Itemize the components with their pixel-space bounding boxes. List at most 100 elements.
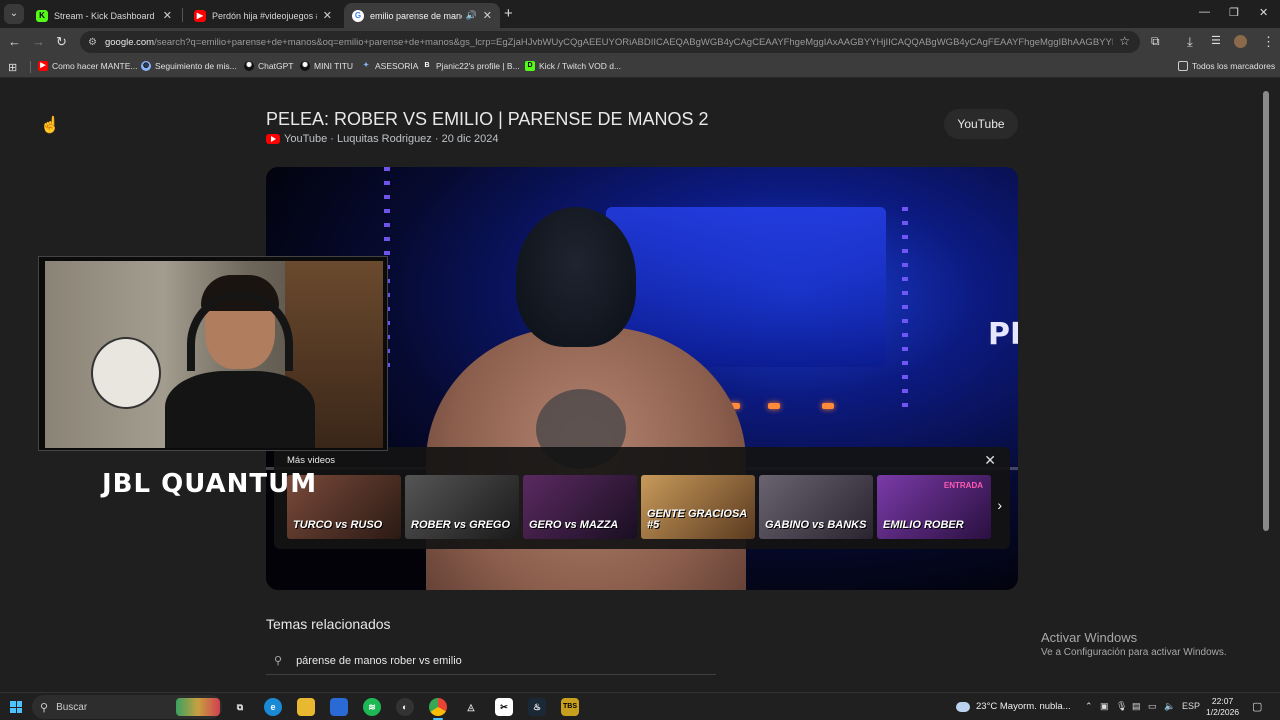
volume-icon[interactable]: 🔈: [1164, 701, 1175, 712]
bookmark-item[interactable]: ✺ MINI TITU: [300, 61, 353, 71]
video-thumbnail[interactable]: GERO vs MAZZA: [523, 475, 637, 539]
close-tab-icon[interactable]: ✕: [483, 9, 492, 22]
steam-icon[interactable]: ♨: [528, 698, 546, 716]
search-icon: ⚲: [40, 701, 49, 714]
folder-icon: [1178, 61, 1188, 71]
store-icon[interactable]: [330, 698, 348, 716]
related-topics-title: Temas relacionados: [266, 616, 391, 632]
video-thumbnail[interactable]: GABINO vs BANKS: [759, 475, 873, 539]
more-videos-panel: Más videos ✕ TURCO vs RUSO ROBER vs GREG…: [274, 447, 1010, 549]
app-icon[interactable]: TBS: [561, 698, 579, 716]
stage-logo-text: PR: [988, 317, 1018, 352]
vertical-scrollbar[interactable]: [1261, 79, 1271, 686]
b-icon: B: [424, 62, 430, 69]
speaker-icon[interactable]: 🔊: [466, 10, 477, 21]
close-tab-icon[interactable]: ✕: [323, 9, 332, 22]
bookmark-item[interactable]: D Kick / Twitch VOD d...: [525, 61, 621, 71]
chevron-up-icon[interactable]: ⌃: [1085, 701, 1093, 712]
brand-overlay: JBL QUANTUM: [102, 469, 318, 499]
video-thumbnail[interactable]: EMILIO ROBER ENTRADA: [877, 475, 991, 539]
kick-icon: K: [36, 9, 48, 22]
extensions-icon[interactable]: ⧉: [1151, 34, 1160, 49]
capcut-icon[interactable]: ✂: [495, 698, 513, 716]
tab-separator: [182, 8, 183, 22]
tab-kick-dashboard[interactable]: K Stream - Kick Dashboard ✕: [28, 3, 180, 28]
edge-icon[interactable]: e: [264, 698, 282, 716]
menu-icon[interactable]: ⋮: [1262, 34, 1275, 50]
video-title[interactable]: PELEA: ROBER VS EMILIO | PARENSE DE MANO…: [266, 109, 708, 130]
close-window-button[interactable]: ✕: [1259, 6, 1268, 19]
chevron-right-icon[interactable]: ›: [997, 497, 1002, 513]
bookmark-item[interactable]: ✦ ASESORIA: [361, 61, 418, 71]
tab-strip: ⌄ K Stream - Kick Dashboard ✕ ▶ Perdón h…: [0, 0, 1280, 28]
spotify-icon[interactable]: ≋: [363, 698, 381, 716]
taskbar-clock[interactable]: 22:07 1/2/2026: [1206, 696, 1239, 718]
windows-start-icon[interactable]: [10, 701, 22, 713]
language-indicator[interactable]: ESP: [1182, 701, 1200, 711]
search-icon: ⚲: [274, 655, 283, 667]
forward-button[interactable]: →: [32, 34, 45, 49]
chevron-down-icon: ⌄: [9, 8, 19, 19]
bookmark-item[interactable]: ◍ Seguimiento de mis...: [141, 61, 237, 71]
related-topic-item[interactable]: ⚲ párense de manos rober vs emilio: [266, 647, 716, 675]
task-view-icon[interactable]: ⧉: [231, 698, 249, 716]
video-thumbnail[interactable]: GENTE GRACIOSA #5: [641, 475, 755, 539]
windows-taskbar: ⚲ Buscar ⧉ e ≋ ◐ ◬ ✂ ♨ TBS 23°C Mayorm. n…: [0, 692, 1280, 720]
chrome-icon[interactable]: [429, 698, 447, 720]
sparkle-icon: ✦: [363, 62, 369, 69]
profile-avatar[interactable]: [1234, 35, 1247, 48]
tray-icon[interactable]: ▣: [1100, 701, 1109, 712]
close-icon[interactable]: ✕: [984, 452, 996, 469]
download-icon[interactable]: ⤓: [1187, 34, 1193, 50]
app-icon[interactable]: ◬: [462, 698, 480, 716]
bookmarks-bar: ⊞ ▶ Como hacer MANTE... ◍ Seguimiento de m…: [0, 56, 1280, 78]
restore-button[interactable]: ❐: [1229, 6, 1239, 19]
tray-icon[interactable]: ▤: [1132, 701, 1141, 712]
microphone-icon[interactable]: 🎙: [1116, 701, 1127, 712]
address-bar[interactable]: ⚙ google.com/search?q=emilio+parense+de+…: [80, 31, 1140, 53]
weather-widget[interactable]: 23°C Mayorm. nubla...: [956, 701, 1071, 712]
tab-search-button[interactable]: ⌄: [4, 4, 24, 24]
bookmark-star-icon[interactable]: ☆: [1119, 34, 1130, 48]
activate-windows-watermark: Activar Windows Ve a Configuración para …: [1041, 630, 1227, 658]
desktop: ⌄ K Stream - Kick Dashboard ✕ ▶ Perdón h…: [0, 0, 1280, 720]
reload-button[interactable]: ↻: [56, 34, 67, 50]
more-videos-title: Más videos: [287, 455, 336, 466]
media-control-icon[interactable]: ☰: [1211, 34, 1221, 47]
bookmark-item[interactable]: ▶ Como hacer MANTE...: [38, 61, 138, 71]
all-bookmarks[interactable]: Todos los marcadores: [1178, 61, 1275, 71]
bookmark-item[interactable]: ✺ ChatGPT: [244, 61, 293, 71]
webcam-person: [165, 275, 315, 448]
bookmarks-divider: [30, 61, 31, 73]
back-button[interactable]: ←: [8, 34, 21, 49]
open-youtube-button[interactable]: YouTube: [944, 109, 1018, 139]
url-host: google.com: [104, 36, 155, 48]
notification-icon[interactable]: ▢: [1252, 700, 1262, 713]
tab-google-search[interactable]: G emilio parense de manos - 🔊 ✕: [344, 3, 500, 28]
bookmark-item[interactable]: B Pjanic22's profile | B...: [422, 61, 519, 71]
browser-toolbar: ← → ↻ ⚙ google.com/search?q=emilio+paren…: [0, 28, 1280, 56]
site-info-icon[interactable]: ⚙: [88, 37, 97, 48]
search-highlight-icon[interactable]: [176, 698, 220, 716]
page-content: ☝ PELEA: ROBER VS EMILIO | PARENSE DE MA…: [0, 79, 1280, 686]
minimize-button[interactable]: —: [1199, 6, 1210, 18]
youtube-icon: ▶: [38, 61, 48, 71]
video-thumbnail[interactable]: ROBER vs GREGO: [405, 475, 519, 539]
scrollbar-thumb[interactable]: [1263, 91, 1269, 531]
close-tab-icon[interactable]: ✕: [163, 9, 172, 22]
d-icon: D: [525, 61, 535, 71]
webcam-overlay: [38, 256, 388, 451]
youtube-icon: [266, 134, 280, 144]
stage-light: [822, 403, 834, 409]
light-pillar: [902, 207, 908, 407]
fighter-headgear: [516, 207, 636, 347]
tab-youtube-video[interactable]: ▶ Perdón hija #videojuegos #hum ✕: [186, 3, 340, 28]
obs-icon[interactable]: ◐: [396, 698, 414, 716]
file-explorer-icon[interactable]: [297, 698, 315, 716]
google-icon: G: [352, 9, 364, 22]
new-tab-button[interactable]: +: [504, 5, 513, 22]
url-path: /search?q=emilio+parense+de+manos&oq=emi…: [154, 36, 1113, 48]
apps-grid-icon[interactable]: ⊞: [8, 61, 17, 74]
network-icon[interactable]: ▭: [1148, 701, 1157, 712]
cursor-hand-icon: ☝: [40, 117, 60, 134]
